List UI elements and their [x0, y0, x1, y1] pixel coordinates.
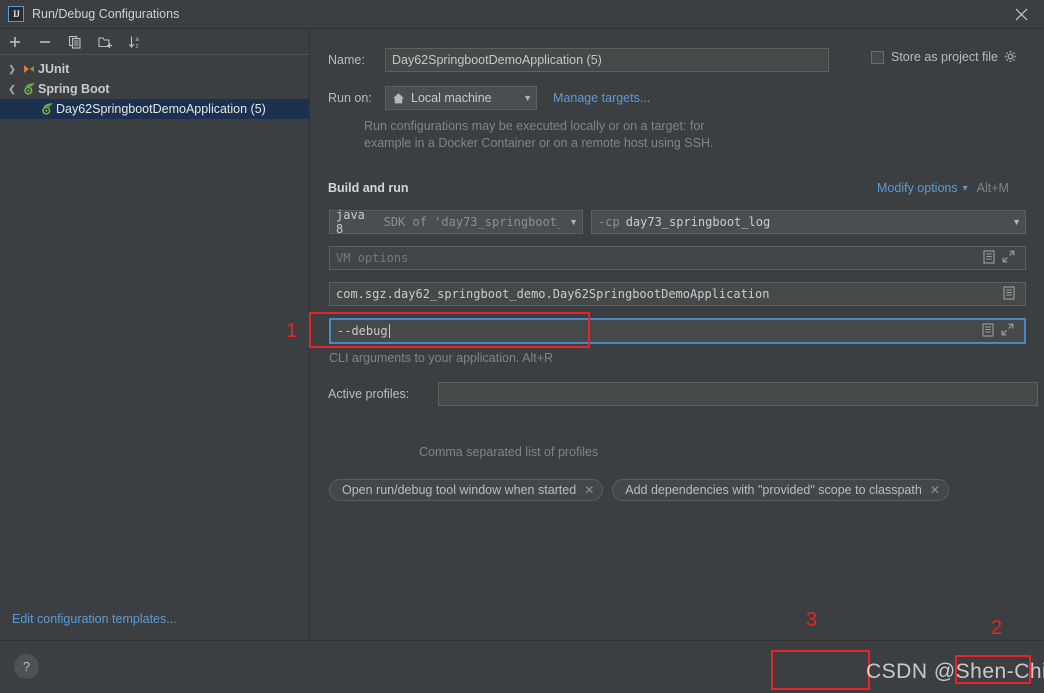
- intellij-idea-icon: IJ: [8, 6, 24, 22]
- active-profiles-hint: Comma separated list of profiles: [419, 445, 599, 459]
- build-and-run-title: Build and run: [328, 181, 409, 195]
- manage-targets-link[interactable]: Manage targets...: [553, 91, 650, 105]
- close-icon[interactable]: ✕: [584, 483, 594, 497]
- tree-item-junit[interactable]: ❯ JUnit: [0, 59, 309, 79]
- option-chips: Open run/debug tool window when started …: [329, 479, 949, 501]
- main-class-value: com.sgz.day62_springboot_demo.Day62Sprin…: [336, 287, 770, 301]
- document-list-icon[interactable]: [982, 322, 994, 340]
- name-input[interactable]: Day62SpringbootDemoApplication (5): [385, 48, 829, 72]
- document-list-icon[interactable]: [1003, 285, 1015, 303]
- chevron-down-icon: ▼: [1012, 217, 1021, 227]
- expand-diagonal-icon[interactable]: [1002, 250, 1015, 266]
- configurations-tree: ❯ JUnit ❮ Spring Boot Day62SpringbootDem…: [0, 55, 309, 119]
- chevron-down-icon: ▼: [523, 93, 532, 103]
- classpath-prefix: -cp: [598, 215, 620, 229]
- home-icon: [392, 92, 405, 105]
- store-as-project-file-label: Store as project file: [891, 50, 998, 64]
- active-profiles-input[interactable]: [438, 382, 1038, 406]
- run-debug-configurations-dialog: IJ Run/Debug Configurations a z ❯ JUnit …: [0, 0, 1044, 693]
- name-row: Name: Day62SpringbootDemoApplication (5): [328, 48, 829, 72]
- folder-add-icon[interactable]: [96, 33, 114, 51]
- run-on-target-value: Local machine: [411, 91, 492, 105]
- chevron-down-icon: ▼: [569, 217, 578, 227]
- tree-item-label: Spring Boot: [38, 82, 110, 96]
- dialog-footer: ? OK Cancel Apply: [0, 640, 1044, 693]
- program-arguments-hint: CLI arguments to your application. Alt+R: [329, 351, 554, 365]
- modify-options-shortcut: Alt+M: [976, 181, 1009, 195]
- chip-label: Open run/debug tool window when started: [342, 483, 577, 497]
- copy-configuration-button[interactable]: [66, 33, 84, 51]
- tree-item-label: JUnit: [38, 62, 70, 76]
- run-on-hint-line-2: example in a Docker Container or on a re…: [364, 136, 714, 150]
- jdk-description: SDK of 'day73_springboot_: [383, 215, 562, 229]
- close-icon[interactable]: ✕: [930, 483, 940, 497]
- run-on-hint: Run configurations may be executed local…: [364, 119, 713, 150]
- store-as-project-file-checkbox[interactable]: [871, 50, 884, 64]
- expand-diagonal-icon[interactable]: [1001, 323, 1014, 339]
- document-list-icon[interactable]: [983, 249, 995, 267]
- window-title: Run/Debug Configurations: [32, 7, 180, 21]
- add-configuration-button[interactable]: [6, 33, 24, 51]
- sort-alphabetical-icon[interactable]: a z: [126, 33, 144, 51]
- svg-text:z: z: [135, 43, 138, 48]
- help-button[interactable]: ?: [14, 654, 39, 679]
- main-class-input[interactable]: com.sgz.day62_springboot_demo.Day62Sprin…: [329, 282, 1026, 306]
- name-label: Name:: [328, 53, 365, 67]
- vm-options-placeholder: VM options: [336, 251, 409, 265]
- chevron-down-icon[interactable]: ▾: [963, 183, 968, 194]
- tree-item-spring-boot[interactable]: ❮ Spring Boot: [0, 79, 309, 99]
- chevron-right-icon[interactable]: ❯: [4, 64, 20, 75]
- sidebar-toolbar: a z: [0, 29, 309, 55]
- modify-options-link[interactable]: Modify options: [877, 181, 958, 195]
- svg-text:a: a: [135, 37, 139, 43]
- program-arguments-input[interactable]: --debug: [329, 318, 1026, 344]
- chevron-down-icon[interactable]: ❮: [4, 84, 20, 95]
- close-glyph: [1015, 8, 1027, 21]
- chip-add-provided-scope-dependencies[interactable]: Add dependencies with "provided" scope t…: [612, 479, 949, 501]
- tree-item-label: Day62SpringbootDemoApplication (5): [56, 102, 266, 116]
- gear-icon[interactable]: [1004, 50, 1018, 64]
- store-as-project-file-row: Store as project file: [871, 50, 1018, 64]
- close-icon[interactable]: [998, 0, 1044, 29]
- classpath-module-value: day73_springboot_log: [625, 215, 771, 229]
- chip-open-run-debug-tool-window[interactable]: Open run/debug tool window when started …: [329, 479, 604, 501]
- title-bar: IJ Run/Debug Configurations: [0, 0, 1044, 29]
- edit-configuration-templates-link[interactable]: Edit configuration templates...: [12, 612, 177, 626]
- run-on-row: Run on: Local machine ▼ Manage targets..…: [328, 86, 650, 110]
- program-arguments-value: --debug: [337, 324, 388, 338]
- junit-icon: [20, 61, 38, 77]
- run-on-label: Run on:: [328, 91, 372, 105]
- run-on-target-dropdown[interactable]: Local machine ▼: [385, 86, 537, 110]
- jdk-version: java 8: [336, 208, 365, 236]
- chip-label: Add dependencies with "provided" scope t…: [625, 483, 922, 497]
- remove-configuration-button[interactable]: [36, 33, 54, 51]
- configurations-sidebar: a z ❯ JUnit ❮ Spring Boot Day62Springboo…: [0, 29, 310, 640]
- configuration-form: Name: Day62SpringbootDemoApplication (5)…: [311, 29, 1044, 640]
- tree-item-day62springbootdemoapplication[interactable]: Day62SpringbootDemoApplication (5): [0, 99, 309, 119]
- text-caret: [388, 324, 390, 338]
- classpath-module-dropdown[interactable]: -cp day73_springboot_log ▼: [591, 210, 1026, 234]
- active-profiles-label: Active profiles:: [328, 387, 410, 401]
- vm-options-input[interactable]: VM options: [329, 246, 1026, 270]
- spring-boot-icon: [38, 101, 56, 117]
- run-on-hint-line-1: Run configurations may be executed local…: [364, 119, 705, 133]
- active-profiles-row: Active profiles:: [328, 382, 1038, 406]
- spring-boot-icon: [20, 81, 38, 97]
- jdk-dropdown[interactable]: java 8 SDK of 'day73_springboot_ ▼: [329, 208, 583, 236]
- modify-options-row: Modify options ▾ Alt+M: [877, 181, 1009, 195]
